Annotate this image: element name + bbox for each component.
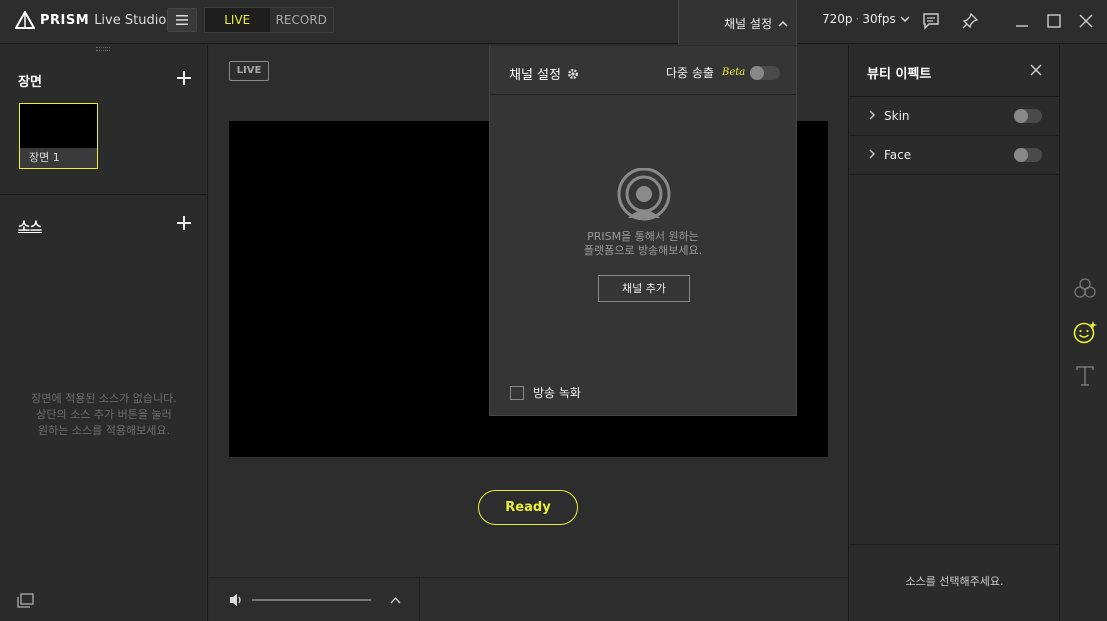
minimize-icon[interactable] <box>1013 12 1031 30</box>
mode-live-tab[interactable]: LIVE <box>205 8 270 32</box>
toggle-knob <box>1014 148 1028 162</box>
maximize-icon[interactable] <box>1045 12 1063 30</box>
channel-settings-dropdown: 채널 설정 다중 송출 Beta PRISM을 통해서 원하는 플랫폼으로 방송… <box>489 46 797 416</box>
ready-button[interactable]: Ready <box>478 490 578 525</box>
app-logo: PRISM Live Studio <box>15 10 166 30</box>
mode-switch: LIVE RECORD <box>204 7 334 33</box>
chevron-up-icon <box>778 20 788 27</box>
menu-icon <box>176 15 188 25</box>
chevron-right-icon <box>869 149 875 159</box>
panel-grip-handle[interactable] <box>96 47 110 51</box>
close-icon[interactable] <box>1077 12 1095 30</box>
empty-sources-message: 장면에 적용된 소스가 없습니다. 상단의 소스 추가 버튼을 눌러 원하는 소… <box>0 391 208 439</box>
chevron-up-icon[interactable] <box>390 596 401 604</box>
fps-value: 30fps <box>862 12 896 26</box>
resolution-value: 720p <box>822 12 853 26</box>
dropdown-message: PRISM을 통해서 원하는 플랫폼으로 방송해보세요. <box>490 230 796 258</box>
gear-icon[interactable] <box>567 68 579 80</box>
scene-item-label: 장면 1 <box>20 148 97 168</box>
beauty-effect-panel: 뷰티 이펙트 Skin Face 소스를 선택해주세요. <box>848 45 1060 621</box>
channel-settings-button[interactable]: 채널 설정 <box>678 0 797 46</box>
select-source-message: 소스를 선택해주세요. <box>905 575 1004 588</box>
live-tag: LIVE <box>229 61 269 81</box>
toggle-knob <box>1014 109 1028 123</box>
dropdown-message-line-1: PRISM을 통해서 원하는 <box>587 230 699 243</box>
beauty-effect-title: 뷰티 이펙트 <box>867 67 932 82</box>
dropdown-title-label: 채널 설정 <box>509 68 561 83</box>
beauty-effect-icon[interactable] <box>1073 320 1097 344</box>
effect-label-skin: Skin <box>884 109 910 123</box>
multi-stream-label-group: 다중 송출 Beta <box>666 64 745 81</box>
volume-slider[interactable] <box>252 599 371 601</box>
face-toggle[interactable] <box>1014 148 1042 162</box>
text-icon[interactable] <box>1076 366 1094 386</box>
toggle-knob <box>750 66 764 80</box>
sources-title: 소스 <box>18 220 42 235</box>
close-icon[interactable] <box>1030 64 1042 76</box>
pin-icon[interactable] <box>961 12 979 30</box>
chevron-right-icon <box>869 110 875 120</box>
scenes-title: 장면 <box>18 75 42 90</box>
app-title-rest: Live Studio <box>94 12 167 28</box>
audio-bar <box>209 577 848 621</box>
add-source-button[interactable] <box>177 216 191 230</box>
record-broadcast-option[interactable]: 방송 녹화 <box>510 384 581 401</box>
dropdown-title: 채널 설정 <box>509 64 579 83</box>
mode-record-tab[interactable]: RECORD <box>269 8 333 32</box>
empty-sources-line-2: 상단의 소스 추가 버튼을 눌러 <box>36 408 172 421</box>
left-panel: 장면 장면 1 소스 장면에 적용된 소스가 없습니다. 상단의 소스 추가 버… <box>0 45 208 621</box>
chevron-down-icon <box>900 15 910 22</box>
chat-icon[interactable] <box>922 12 940 30</box>
multi-stream-toggle[interactable] <box>750 66 780 80</box>
record-broadcast-label: 방송 녹화 <box>533 386 581 400</box>
menu-button[interactable] <box>167 8 197 32</box>
dropdown-header: 채널 설정 다중 송출 Beta <box>490 46 796 95</box>
effect-label-face: Face <box>884 148 912 162</box>
beauty-effect-footer: 소스를 선택해주세요. <box>849 544 1060 621</box>
app-title-bold: PRISM <box>40 12 90 28</box>
skin-toggle[interactable] <box>1014 109 1042 123</box>
resolution-separator: · <box>855 12 860 26</box>
beta-badge: Beta <box>721 67 746 78</box>
channel-settings-label: 채널 설정 <box>724 16 772 31</box>
prism-logo-icon <box>15 11 35 29</box>
multi-stream-label: 다중 송출 <box>666 66 714 80</box>
right-rail <box>1061 45 1107 621</box>
resolution-selector[interactable]: 720p · 30fps <box>822 12 910 26</box>
color-filter-icon[interactable] <box>1074 278 1096 298</box>
scene-item[interactable]: 장면 1 <box>19 103 98 169</box>
effect-row-face[interactable]: Face <box>849 136 1060 175</box>
audio-bar-separator <box>419 578 420 621</box>
dropdown-message-line-2: 플랫폼으로 방송해보세요. <box>583 244 703 257</box>
empty-sources-line-3: 원하는 소스를 적용해보세요. <box>38 424 170 437</box>
empty-sources-line-1: 장면에 적용된 소스가 없습니다. <box>31 392 177 405</box>
top-bar: PRISM Live Studio LIVE RECORD 채널 설정 720p… <box>0 0 1107 46</box>
record-broadcast-checkbox[interactable] <box>510 385 524 400</box>
add-channel-button[interactable]: 채널 추가 <box>598 275 690 302</box>
scene-collection-icon[interactable] <box>17 593 35 609</box>
effect-row-skin[interactable]: Skin <box>849 97 1060 136</box>
speaker-icon[interactable] <box>228 592 244 608</box>
broadcast-icon <box>617 168 671 221</box>
section-divider <box>0 194 208 195</box>
add-scene-button[interactable] <box>177 71 191 85</box>
prism-app: PRISM Live Studio LIVE RECORD 채널 설정 720p… <box>0 0 1107 621</box>
